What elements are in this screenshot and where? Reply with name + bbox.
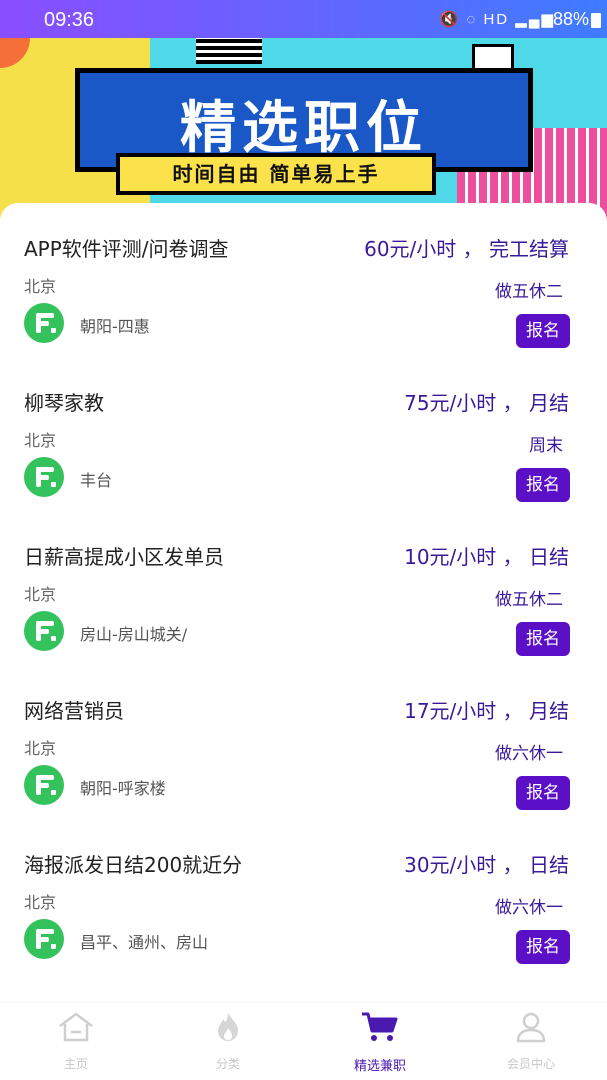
company-logo-icon [24,303,64,343]
bottom-nav: 主页 分类 精选兼职 会员中心 [0,1003,607,1080]
job-item[interactable]: 柳琴家教 75元/小时 ， 月结 北京 周末 丰台 报名 [0,357,607,511]
apply-button[interactable]: 报名 [516,776,570,810]
job-schedule: 做六休一 [495,744,563,764]
status-time: 09:36 [44,9,95,31]
battery-level: 88% [552,9,589,29]
job-list: APP软件评测/问卷调查 60元/小时 ， 完工结算 北京 做五休二 朝阳-四惠… [0,203,607,1003]
company-logo-icon [24,919,64,959]
job-city: 北京 [24,431,57,450]
company-logo-icon [24,765,64,805]
status-icons: 🔇 ◌ HD ▂▄▆ [439,11,555,28]
job-area: 昌平、通州、房山 [80,933,209,952]
banner[interactable]: 精选职位 时间自由 简单易上手 [0,38,607,223]
job-schedule: 做五休二 [495,590,563,610]
nav-item-featured[interactable]: 精选兼职 [330,1003,430,1080]
job-pay: 17元/小时 ， 月结 [404,699,569,723]
job-schedule: 周末 [529,436,563,456]
job-title: 柳琴家教 [24,391,104,415]
nav-item-category[interactable]: 分类 [178,1003,278,1080]
user-icon [516,1012,546,1043]
job-item[interactable]: APP软件评测/问卷调查 60元/小时 ， 完工结算 北京 做五休二 朝阳-四惠… [0,203,607,357]
job-city: 北京 [24,739,57,758]
job-title: 海报派发日结200就近分 [24,853,243,877]
job-area: 丰台 [80,471,113,490]
job-city: 北京 [24,277,57,296]
job-schedule: 做六休一 [495,898,563,918]
company-logo-icon [24,611,64,651]
job-item[interactable]: 日薪高提成小区发单员 10元/小时 ， 日结 北京 做五休二 房山-房山城关/ … [0,511,607,665]
apply-button[interactable]: 报名 [516,622,570,656]
job-title: APP软件评测/问卷调查 [24,237,229,261]
apply-button[interactable]: 报名 [516,314,570,348]
apply-button[interactable]: 报名 [516,930,570,964]
job-pay: 60元/小时 ， 完工结算 [364,237,569,261]
battery-icon [591,13,601,28]
fire-icon [218,1013,238,1041]
nav-label-category: 分类 [215,1057,240,1071]
job-schedule: 做五休二 [495,282,563,302]
job-city: 北京 [24,893,57,912]
apply-button[interactable]: 报名 [516,468,570,502]
banner-decoration [196,38,262,64]
nav-label-featured: 精选兼职 [353,1059,406,1074]
nav-label-home: 主页 [63,1057,88,1071]
cart-icon [362,1012,398,1041]
job-item[interactable]: 海报派发日结200就近分 30元/小时 ， 日结 北京 做六休一 昌平、通州、房… [0,819,607,973]
status-bar: 09:36 🔇 ◌ HD ▂▄▆ 88% [0,0,607,38]
job-area: 朝阳-四惠 [80,317,150,336]
banner-subtitle: 时间自由 简单易上手 [172,162,380,186]
job-title: 网络营销员 [24,699,124,723]
job-area: 朝阳-呼家楼 [80,779,166,798]
nav-item-home[interactable]: 主页 [26,1003,126,1080]
home-icon [59,1012,93,1042]
job-pay: 30元/小时 ， 日结 [404,853,569,877]
job-title: 日薪高提成小区发单员 [24,545,224,569]
job-pay: 75元/小时 ， 月结 [404,391,569,415]
job-area: 房山-房山城关/ [80,625,188,644]
banner-subtitle-panel: 时间自由 简单易上手 [116,153,436,195]
nav-label-member: 会员中心 [506,1057,555,1071]
job-pay: 10元/小时 ， 日结 [404,545,569,569]
banner-title: 精选职位 [180,96,428,161]
nav-item-member[interactable]: 会员中心 [481,1003,581,1080]
job-item[interactable]: 网络营销员 17元/小时 ， 月结 北京 做六休一 朝阳-呼家楼 报名 [0,665,607,819]
job-city: 北京 [24,585,57,604]
company-logo-icon [24,457,64,497]
